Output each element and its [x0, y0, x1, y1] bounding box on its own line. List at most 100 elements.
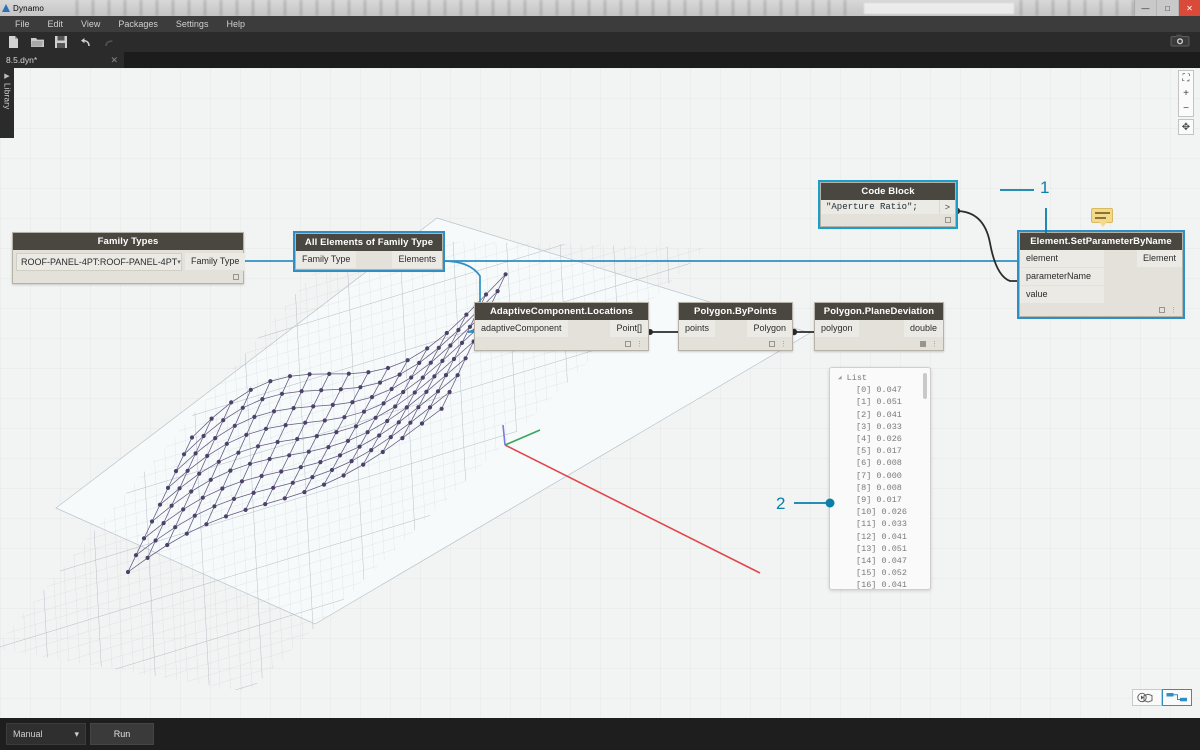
watch-row: [5] 0.017: [830, 445, 930, 457]
output-port-polygon[interactable]: Polygon: [747, 320, 792, 338]
node-adaptivecomponent-locations[interactable]: AdaptiveComponent.Locations adaptiveComp…: [474, 302, 649, 351]
zoom-controls-group: ⛶ + −: [1178, 70, 1194, 117]
camera-icon[interactable]: [1170, 33, 1190, 48]
run-mode-dropdown[interactable]: Manual ▾: [6, 723, 86, 745]
save-icon[interactable]: [54, 35, 68, 49]
preview-toggle-icon[interactable]: [920, 341, 926, 347]
node-options-icon[interactable]: ⋮: [931, 340, 939, 348]
pan-button[interactable]: ✥: [1178, 119, 1194, 135]
run-button[interactable]: Run: [90, 723, 154, 745]
open-folder-icon[interactable]: [30, 35, 44, 49]
graph-canvas[interactable]: Family Types ROOF-PANEL-4PT:ROOF-PANEL-4…: [0, 68, 1200, 718]
node-family-types[interactable]: Family Types ROOF-PANEL-4PT:ROOF-PANEL-4…: [12, 232, 244, 284]
output-port-family-type[interactable]: Family Type: [185, 253, 245, 271]
collapse-triangle-icon[interactable]: ◢: [838, 372, 842, 384]
family-type-dropdown[interactable]: ROOF-PANEL-4PT:ROOF-PANEL-4PT ▾: [16, 253, 182, 271]
zoom-in-button[interactable]: +: [1179, 86, 1193, 101]
watch-row: [3] 0.033: [830, 421, 930, 433]
annotation-1-label: 1: [1040, 178, 1049, 198]
output-ports: double: [904, 320, 943, 338]
menu-view[interactable]: View: [72, 16, 109, 32]
graph-view-icon[interactable]: [1162, 689, 1192, 706]
input-ports: element parameterName value: [1020, 250, 1104, 304]
menu-settings[interactable]: Settings: [167, 16, 218, 32]
preview-toggle-icon[interactable]: [625, 341, 631, 347]
zoom-out-button[interactable]: −: [1179, 101, 1193, 116]
annotation-leaders: [0, 68, 1200, 718]
node-title: Polygon.PlaneDeviation: [815, 303, 943, 320]
background-3d-preview: [0, 68, 1200, 718]
output-port-elements[interactable]: Elements: [392, 251, 442, 269]
watch-row: [0] 0.047: [830, 384, 930, 396]
node-footer: ⋮: [1020, 304, 1182, 316]
node-all-elements-of-family-type[interactable]: All Elements of Family Type Family Type …: [295, 233, 443, 270]
view-mode-toggle-group: [1132, 689, 1192, 706]
node-title: Family Types: [13, 233, 243, 250]
input-port-value[interactable]: value: [1020, 286, 1104, 304]
menu-packages[interactable]: Packages: [109, 16, 167, 32]
menu-help[interactable]: Help: [217, 16, 254, 32]
origin-axes-indicator: [503, 425, 760, 573]
preview-toggle-icon[interactable]: [769, 341, 775, 347]
node-polygon-bypoints[interactable]: Polygon.ByPoints points Polygon ⋮: [678, 302, 793, 351]
output-port-element[interactable]: Element: [1137, 250, 1182, 268]
maximize-button[interactable]: □: [1156, 0, 1178, 16]
window-controls: — □ ✕: [1134, 0, 1200, 16]
document-tab[interactable]: 8.5.dyn* ✕: [0, 52, 124, 68]
input-port-polygon[interactable]: polygon: [815, 320, 859, 338]
code-block-text[interactable]: "Aperture Ratio";: [821, 200, 939, 214]
library-panel-label: Library: [3, 83, 12, 110]
chevron-down-icon[interactable]: ▾: [177, 258, 181, 266]
preview-toggle-icon[interactable]: [1159, 307, 1165, 313]
note-bubble-icon[interactable]: [1091, 208, 1113, 223]
node-element-set-parameter-by-name[interactable]: Element.SetParameterByName element param…: [1019, 232, 1183, 317]
output-ports: Elements: [392, 251, 442, 269]
node-options-icon[interactable]: ⋮: [780, 340, 788, 348]
canvas-navigation-controls: ⛶ + − ✥: [1178, 70, 1194, 135]
undo-icon[interactable]: [78, 35, 92, 49]
input-port-adaptivecomponent[interactable]: adaptiveComponent: [475, 320, 568, 338]
library-panel-tab[interactable]: ▶ Library: [0, 68, 14, 138]
output-port-points[interactable]: Point[]: [610, 320, 648, 338]
close-icon[interactable]: ✕: [110, 55, 118, 66]
redo-icon: [102, 35, 116, 49]
annotation-2-label: 2: [776, 494, 785, 514]
output-ports: Element: [1137, 250, 1182, 304]
node-polygon-planedeviation[interactable]: Polygon.PlaneDeviation polygon double ⋮: [814, 302, 944, 351]
watch-row: [12] 0.041: [830, 531, 930, 543]
menu-file[interactable]: File: [6, 16, 39, 32]
node-options-icon[interactable]: ⋮: [1170, 306, 1178, 314]
node-code-block[interactable]: Code Block "Aperture Ratio"; >: [820, 182, 956, 227]
run-mode-value: Manual: [13, 729, 43, 739]
output-ports: Family Type: [185, 250, 245, 271]
watch-result-panel[interactable]: ◢ List [0] 0.047[1] 0.051[2] 0.041[3] 0.…: [829, 367, 931, 590]
chevron-right-icon[interactable]: ▶: [4, 72, 9, 80]
close-button[interactable]: ✕: [1178, 0, 1200, 16]
watch-list-header[interactable]: ◢ List: [830, 372, 930, 384]
input-port-parametername[interactable]: parameterName: [1020, 268, 1104, 286]
new-file-icon[interactable]: [6, 35, 20, 49]
background-3d-preview-icon[interactable]: [1132, 689, 1162, 706]
chevron-down-icon[interactable]: ▾: [74, 729, 79, 740]
node-title: AdaptiveComponent.Locations: [475, 303, 648, 320]
menu-edit[interactable]: Edit: [39, 16, 73, 32]
preview-toggle-icon[interactable]: [233, 274, 239, 280]
output-port-double[interactable]: double: [904, 320, 943, 338]
watch-row: [13] 0.051: [830, 543, 930, 555]
watch-row: [14] 0.047: [830, 555, 930, 567]
document-tab-name: 8.5.dyn*: [6, 55, 37, 65]
zoom-to-fit-icon[interactable]: ⛶: [1179, 71, 1193, 86]
input-port-element[interactable]: element: [1020, 250, 1104, 268]
input-port-points[interactable]: points: [679, 320, 715, 338]
preview-toggle-icon[interactable]: [945, 217, 951, 223]
main-toolbar: [0, 32, 1200, 52]
code-block-output-port[interactable]: >: [939, 200, 955, 214]
watch-scrollbar[interactable]: [923, 373, 927, 399]
minimize-button[interactable]: —: [1134, 0, 1156, 16]
input-port-family-type[interactable]: Family Type: [296, 251, 356, 269]
adaptive-component-point-mesh: [128, 274, 506, 572]
wire-codeblock-to-parametername: [956, 211, 1019, 281]
note-line-1: [1095, 212, 1110, 214]
node-options-icon[interactable]: ⋮: [636, 340, 644, 348]
watch-row: [9] 0.017: [830, 494, 930, 506]
